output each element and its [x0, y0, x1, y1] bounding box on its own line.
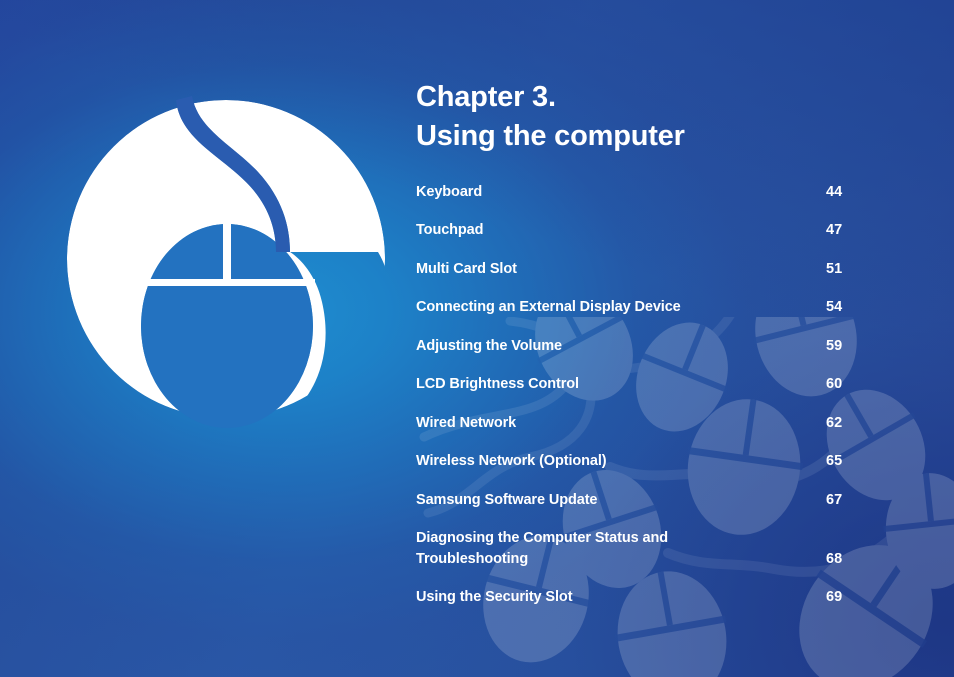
- toc-entry-page: 68: [826, 551, 843, 568]
- toc-entry-page: 60: [826, 376, 843, 393]
- toc-entry-touchpad[interactable]: Touchpad 47: [416, 220, 926, 241]
- toc-entry-lcd-brightness-control[interactable]: LCD Brightness Control 60: [416, 374, 926, 395]
- toc-entry-label: Wired Network: [416, 414, 517, 431]
- toc-entry-label: Connecting an External Display Device: [416, 299, 681, 316]
- toc-entry-page: 59: [826, 337, 843, 354]
- toc-entry-label: Keyboard: [416, 183, 483, 200]
- toc-entry-page: 51: [826, 260, 843, 277]
- chapter-cover-page: Chapter 3. Using the computer Keyboard 4…: [0, 0, 954, 677]
- toc-entry-using-security-slot[interactable]: Using the Security Slot 69: [416, 587, 926, 608]
- toc-entry-multi-card-slot[interactable]: Multi Card Slot 51: [416, 259, 926, 280]
- toc-entry-label: Multi Card Slot: [416, 260, 517, 277]
- toc-entry-page: 47: [826, 222, 843, 239]
- toc-entry-page: 54: [826, 299, 843, 316]
- toc-entry-label: Samsung Software Update: [416, 491, 598, 508]
- toc-entry-label: Wireless Network (Optional): [416, 453, 607, 470]
- toc-entry-page: 44: [826, 183, 843, 200]
- toc-entry-keyboard[interactable]: Keyboard 44: [416, 182, 926, 203]
- page-title: Chapter 3. Using the computer: [416, 81, 685, 153]
- toc-entry-label: Adjusting the Volume: [416, 337, 562, 354]
- toc-entry-wired-network[interactable]: Wired Network 62: [416, 413, 926, 434]
- mouse-in-circle-illustration-icon: [67, 96, 385, 428]
- toc-entry-page: 65: [826, 453, 843, 470]
- toc-entry-adjusting-volume[interactable]: Adjusting the Volume 59: [416, 336, 926, 357]
- toc-entry-diagnosing-computer-status[interactable]: Diagnosing the Computer Status and Troub…: [416, 528, 926, 571]
- toc-entry-page: 67: [826, 491, 843, 508]
- toc-entry-page: 62: [826, 414, 843, 431]
- toc-entry-label: LCD Brightness Control: [416, 376, 579, 393]
- toc-entry-wireless-network[interactable]: Wireless Network (Optional) 65: [416, 451, 926, 472]
- toc-entry-connecting-external-display[interactable]: Connecting an External Display Device 54: [416, 297, 926, 318]
- toc-entry-label: Touchpad: [416, 222, 484, 239]
- content-column: Chapter 3. Using the computer Keyboard 4…: [416, 78, 926, 625]
- toc-entry-label: Using the Security Slot: [416, 588, 573, 605]
- toc-entry-label: Diagnosing the Computer Status and Troub…: [416, 529, 668, 568]
- table-of-contents: Keyboard 44 Touchpad 47 Multi Card Slot …: [416, 182, 926, 608]
- toc-entry-page: 69: [826, 588, 843, 605]
- toc-entry-samsung-software-update[interactable]: Samsung Software Update 67: [416, 490, 926, 511]
